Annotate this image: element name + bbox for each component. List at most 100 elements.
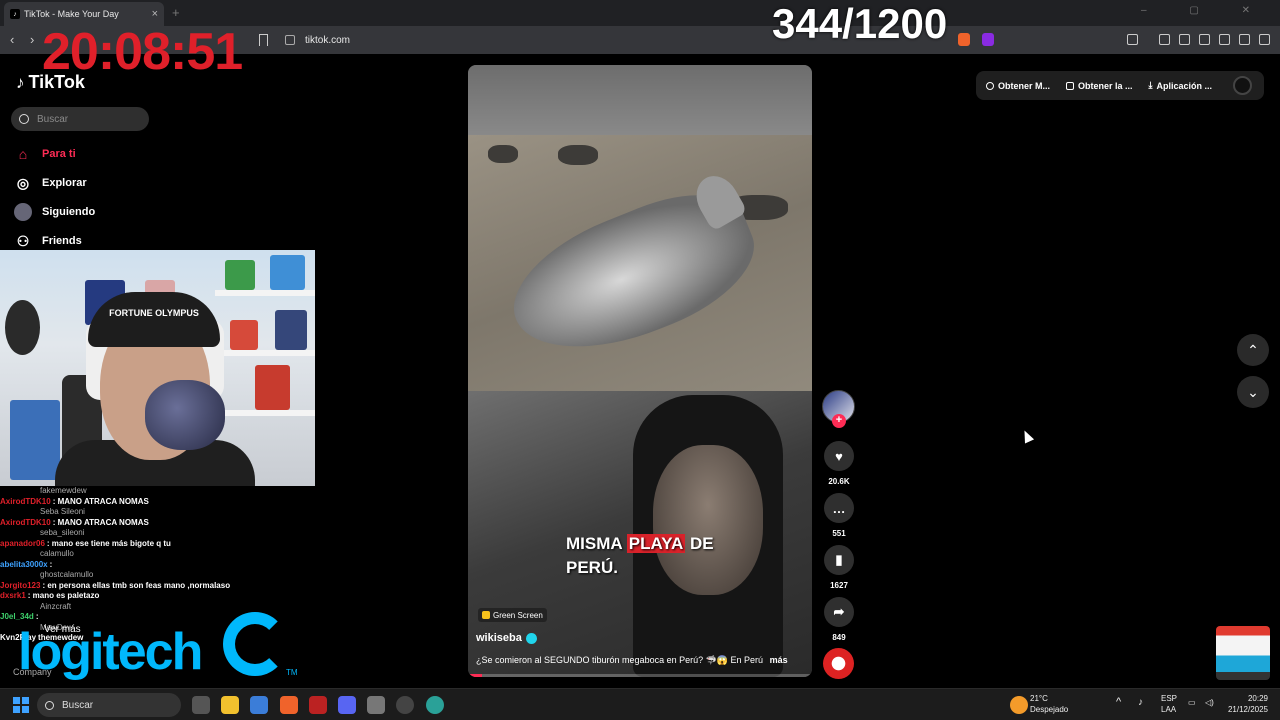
- network-icon[interactable]: ▭: [1188, 697, 1196, 708]
- chat-message: Seba Sileoni: [0, 507, 320, 518]
- chat-username[interactable]: dxsrk1: [0, 591, 26, 600]
- screen: ♪ TikTok - Make Your Day × + – ▢ ✕ ‹ › t…: [0, 0, 1280, 720]
- share-icon[interactable]: ➦: [824, 597, 854, 627]
- weather-widget[interactable]: 21°C Despejado: [1030, 693, 1068, 715]
- chat-message: apanador06: mano ese tiene más bigote q …: [0, 539, 320, 550]
- chat-faint-text: ghostcalamullo: [40, 570, 94, 579]
- windows-start-icon[interactable]: [13, 697, 29, 713]
- discord-icon[interactable]: [338, 696, 356, 714]
- site-info-icon[interactable]: [285, 35, 295, 45]
- obs-icon[interactable]: [396, 696, 414, 714]
- settings-icon[interactable]: [367, 696, 385, 714]
- app-icon[interactable]: [426, 696, 444, 714]
- tiktok-logo[interactable]: ♪ TikTok: [16, 72, 85, 93]
- coin-icon: [986, 81, 994, 90]
- tab-close-icon[interactable]: ×: [152, 8, 158, 20]
- video-description: ¿Se comieron al SEGUNDO tiburón megaboca…: [476, 655, 788, 666]
- chat-faint-text: Ainzcraft: [40, 601, 72, 611]
- comment-action[interactable]: … 551: [823, 493, 855, 538]
- bookmark-icon[interactable]: ▮: [824, 545, 854, 575]
- back-arrow-icon[interactable]: ‹: [10, 32, 14, 47]
- chat-username[interactable]: Jorgito123: [0, 581, 40, 590]
- profile-avatar[interactable]: [1233, 76, 1252, 95]
- weather-icon[interactable]: [1010, 696, 1028, 714]
- collectible-figure: [275, 310, 307, 350]
- store-icon[interactable]: [250, 696, 268, 714]
- desktop-app-button[interactable]: ⤓ Aplicación ...: [1149, 80, 1213, 91]
- video-progress-bar[interactable]: [468, 674, 812, 677]
- volume-icon[interactable]: ◁): [1205, 697, 1214, 708]
- leo-ai-icon[interactable]: [1219, 34, 1230, 45]
- next-video-button[interactable]: ⌄: [1237, 376, 1269, 408]
- chat-username[interactable]: apanador06: [0, 539, 45, 548]
- system-clock[interactable]: 20:29 21/12/2025: [1228, 693, 1268, 715]
- tiktok-top-actions: Obtener M... Obtener la ... ⤓ Aplicación…: [976, 71, 1264, 100]
- effect-tag[interactable]: Green Screen: [478, 608, 547, 622]
- previous-video-button[interactable]: ⌃: [1237, 334, 1269, 366]
- chat-username[interactable]: AxirodTDK10: [0, 497, 51, 506]
- video-player[interactable]: MISMA PLAYA DE PERÚ. Green Screen wikise…: [468, 65, 812, 677]
- clock-time: 20:29: [1247, 694, 1268, 703]
- clock-date: 21/12/2025: [1227, 705, 1268, 714]
- sidebar-icon[interactable]: [1179, 34, 1190, 45]
- comment-count: 551: [832, 529, 846, 538]
- video-author[interactable]: wikiseba: [476, 632, 537, 644]
- sidebar-item-explorar[interactable]: ◎ Explorar: [14, 174, 87, 192]
- file-explorer-icon[interactable]: [221, 696, 239, 714]
- more-link[interactable]: más: [770, 655, 788, 665]
- like-action[interactable]: ♥ 20.6K: [823, 441, 855, 486]
- pixel-character-overlay: [1216, 626, 1270, 680]
- bookmark-icon[interactable]: [259, 34, 268, 46]
- tab-title: TikTok - Make Your Day: [24, 9, 119, 19]
- shelf: [215, 290, 315, 296]
- brave-rewards-icon[interactable]: [982, 33, 994, 46]
- chevron-up-icon[interactable]: ^: [1116, 697, 1121, 708]
- save-action[interactable]: ▮ 1627: [823, 545, 855, 590]
- screenshot-icon[interactable]: [1127, 34, 1138, 45]
- get-app-button[interactable]: Obtener la ...: [1066, 81, 1133, 91]
- top-action-label: Aplicación ...: [1156, 80, 1213, 91]
- menu-icon[interactable]: [1259, 34, 1270, 45]
- taskbar-search[interactable]: Buscar: [37, 693, 181, 717]
- brave-shield-icon[interactable]: [958, 33, 970, 46]
- chat-username[interactable]: AxirodTDK10: [0, 518, 51, 527]
- forward-arrow-icon[interactable]: ›: [30, 32, 34, 47]
- caption-line-2: PERÚ.: [566, 558, 618, 577]
- sidebar-item-siguiendo[interactable]: Siguiendo: [14, 203, 95, 221]
- app-icon[interactable]: [309, 696, 327, 714]
- windows-taskbar: Buscar 21°C Despejado ^ ♪ ESP LAA ▭ ◁) 2…: [0, 688, 1280, 720]
- top-action-label: Obtener M...: [998, 80, 1051, 91]
- search-input[interactable]: Buscar: [11, 107, 149, 131]
- new-tab-button[interactable]: +: [172, 5, 180, 20]
- vpn-icon[interactable]: [1239, 34, 1250, 45]
- window-controls[interactable]: – ▢ ✕: [1141, 5, 1270, 16]
- comment-icon[interactable]: …: [824, 493, 854, 523]
- chat-message: Jorgito123: en persona ellas tmb son fea…: [0, 581, 320, 592]
- stream-chat: fakemewdew AxirodTDK10: MANO ATRACA NOMAS…: [0, 486, 320, 642]
- like-count: 20.6K: [828, 477, 850, 486]
- chat-message: Ainzcraft: [0, 602, 320, 613]
- sidebar-item-para-ti[interactable]: ⌂ Para ti: [14, 145, 76, 163]
- chat-username[interactable]: abelita3000x: [0, 560, 48, 569]
- chat-text: : mano ese tiene más bigote q tu: [46, 538, 171, 548]
- search-icon: [45, 700, 54, 710]
- shelf: [215, 350, 315, 356]
- sidebar-item-label: Para ti: [42, 148, 76, 160]
- share-action[interactable]: ➦ 849: [823, 597, 855, 642]
- microphone-icon[interactable]: ♪: [1138, 697, 1143, 708]
- url-field[interactable]: tiktok.com: [285, 31, 350, 49]
- chat-message: abelita3000x:: [0, 560, 320, 571]
- chevron-down-icon: ⌄: [1247, 383, 1259, 400]
- task-view-icon[interactable]: [192, 696, 210, 714]
- get-coins-button[interactable]: Obtener M...: [986, 81, 1050, 91]
- music-disc-icon[interactable]: [823, 648, 854, 679]
- media-icon[interactable]: [1159, 34, 1170, 45]
- language-indicator[interactable]: ESP LAA: [1161, 693, 1177, 715]
- brave-browser-icon[interactable]: [280, 696, 298, 714]
- follow-button[interactable]: +: [832, 414, 846, 428]
- heart-icon[interactable]: ♥: [824, 441, 854, 471]
- phone-icon: [1066, 81, 1075, 90]
- taskbar-search-label: Buscar: [62, 699, 94, 711]
- wallet-icon[interactable]: [1199, 34, 1210, 45]
- sidebar-item-friends[interactable]: ⚇ Friends: [14, 232, 82, 250]
